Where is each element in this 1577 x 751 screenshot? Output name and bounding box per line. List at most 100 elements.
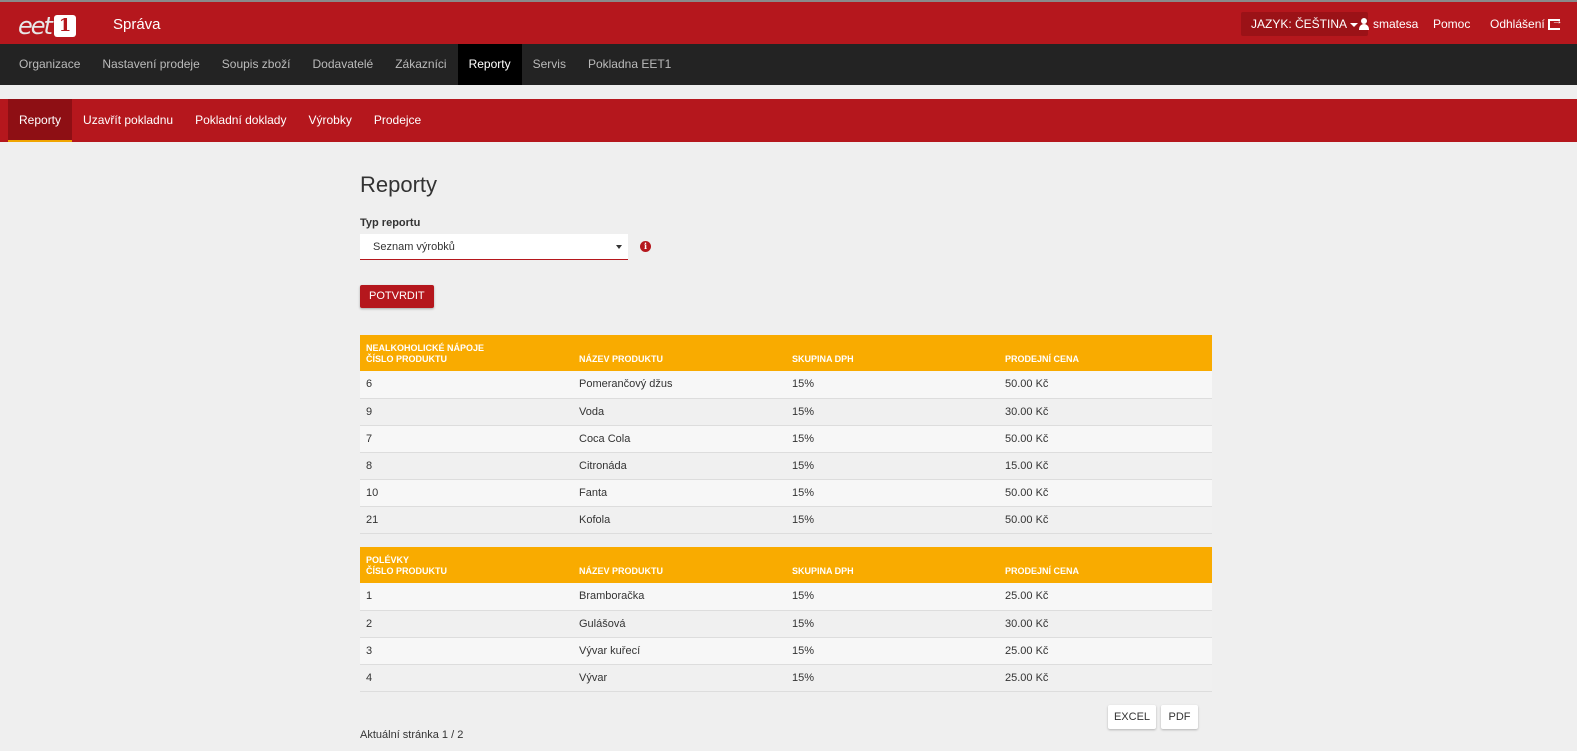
- column-header-product-name: NÁZEV PRODUKTU: [573, 547, 786, 583]
- logout-label: Odhlášení: [1490, 17, 1545, 31]
- logout-link[interactable]: Odhlášení: [1490, 15, 1563, 32]
- logo-text: eet: [18, 12, 53, 40]
- column-header-vat-group: SKUPINA DPH: [786, 547, 999, 583]
- cell-sale-price: 15.00 Kč: [999, 452, 1212, 480]
- cell-sale-price: 25.00 Kč: [999, 637, 1212, 665]
- report-table-drinks: NEALKOHOLICKÉ NÁPOJE ČÍSLO PRODUKTU NÁZEV…: [360, 335, 1212, 534]
- cell-product-number: 21: [360, 506, 573, 534]
- cell-vat-group: 15%: [786, 506, 999, 534]
- cell-product-name: Kofola: [573, 506, 786, 534]
- cell-product-name: Coca Cola: [573, 425, 786, 453]
- app-title: Správa: [113, 16, 161, 33]
- column-header-vat-group: SKUPINA DPH: [786, 335, 999, 371]
- report-type-select[interactable]: Seznam výrobků: [360, 234, 628, 260]
- cell-product-name: Voda: [573, 398, 786, 426]
- table-row: 6 Pomerančový džus 15% 50.00 Kč: [360, 371, 1212, 399]
- cell-sale-price: 50.00 Kč: [999, 506, 1212, 534]
- cell-product-number: 10: [360, 479, 573, 507]
- nav-item-nastaveni-prodeje[interactable]: Nastavení prodeje: [91, 44, 210, 85]
- cell-vat-group: 15%: [786, 664, 999, 692]
- logo-number: 1: [53, 15, 76, 37]
- cell-product-number: 6: [360, 371, 573, 399]
- main-nav: Organizace Nastavení prodeje Soupis zbož…: [0, 44, 1577, 85]
- nav-item-soupis-zbozi[interactable]: Soupis zboží: [211, 44, 302, 85]
- column-header-product-number: NEALKOHOLICKÉ NÁPOJE ČÍSLO PRODUKTU: [360, 335, 573, 371]
- cell-product-name: Vývar: [573, 664, 786, 692]
- table-header-row: NEALKOHOLICKÉ NÁPOJE ČÍSLO PRODUKTU NÁZEV…: [360, 335, 1212, 371]
- cell-product-name: Citronáda: [573, 452, 786, 480]
- cell-vat-group: 15%: [786, 479, 999, 507]
- page-title: Reporty: [360, 172, 438, 197]
- table-row: 3 Vývar kuřecí 15% 25.00 Kč: [360, 637, 1212, 665]
- eet1-logo[interactable]: eet 1: [18, 11, 76, 40]
- tab-vyrobky[interactable]: Výrobky: [297, 99, 362, 142]
- cell-sale-price: 50.00 Kč: [999, 371, 1212, 399]
- tab-uzavrit-pokladnu[interactable]: Uzavřít pokladnu: [72, 99, 184, 142]
- cell-product-name: Pomerančový džus: [573, 371, 786, 399]
- cell-sale-price: 50.00 Kč: [999, 425, 1212, 453]
- cell-product-number: 3: [360, 637, 573, 665]
- nav-item-servis[interactable]: Servis: [522, 44, 577, 85]
- cell-product-name: Bramboračka: [573, 583, 786, 611]
- table-row: 4 Vývar 15% 25.00 Kč: [360, 664, 1212, 692]
- nav-item-organizace[interactable]: Organizace: [8, 44, 91, 85]
- user-link[interactable]: smatesa: [1358, 17, 1418, 31]
- info-icon[interactable]: i: [640, 241, 651, 252]
- tab-pokladni-doklady[interactable]: Pokladní doklady: [184, 99, 297, 142]
- cell-sale-price: 25.00 Kč: [999, 664, 1212, 692]
- cell-vat-group: 15%: [786, 398, 999, 426]
- table-row: 7 Coca Cola 15% 50.00 Kč: [360, 425, 1212, 453]
- help-link[interactable]: Pomoc: [1433, 17, 1470, 31]
- cell-vat-group: 15%: [786, 371, 999, 399]
- cell-product-number: 4: [360, 664, 573, 692]
- language-dropdown[interactable]: JAZYK: ČEŠTINA: [1241, 12, 1369, 36]
- cell-product-name: Fanta: [573, 479, 786, 507]
- column-header-sale-price: PRODEJNÍ CENA: [999, 547, 1212, 583]
- nav-item-reporty[interactable]: Reporty: [457, 44, 522, 85]
- main-content: Reporty Typ reportu Seznam výrobků i POT…: [360, 172, 1212, 741]
- cell-vat-group: 15%: [786, 583, 999, 611]
- group-title: POLÉVKY: [366, 555, 410, 565]
- cell-sale-price: 30.00 Kč: [999, 610, 1212, 638]
- nav-item-pokladna-eet1[interactable]: Pokladna EET1: [577, 44, 682, 85]
- export-excel-button[interactable]: EXCEL: [1108, 705, 1156, 729]
- tab-prodejce[interactable]: Prodejce: [363, 99, 432, 142]
- tab-reporty[interactable]: Reporty: [8, 99, 73, 142]
- cell-vat-group: 15%: [786, 425, 999, 453]
- nav-item-dodavatele[interactable]: Dodavatelé: [302, 44, 385, 85]
- cell-vat-group: 15%: [786, 452, 999, 480]
- table-row: 10 Fanta 15% 50.00 Kč: [360, 479, 1212, 507]
- cell-product-name: Vývar kuřecí: [573, 637, 786, 665]
- top-bar: eet 1 Správa JAZYK: ČEŠTINA smatesa Pomoc…: [0, 0, 1577, 44]
- group-title: NEALKOHOLICKÉ NÁPOJE: [366, 343, 485, 353]
- cell-sale-price: 50.00 Kč: [999, 479, 1212, 507]
- user-icon: [1358, 18, 1370, 30]
- language-label: JAZYK: ČEŠTINA: [1251, 17, 1348, 31]
- cell-vat-group: 15%: [786, 610, 999, 638]
- cell-product-number: 8: [360, 452, 573, 480]
- caret-down-icon: [1350, 22, 1359, 27]
- table-header-row: POLÉVKY ČÍSLO PRODUKTU NÁZEV PRODUKTU SKU…: [360, 547, 1212, 583]
- cell-sale-price: 25.00 Kč: [999, 583, 1212, 611]
- confirm-button[interactable]: POTVRDIT: [360, 285, 434, 308]
- table-row: 8 Citronáda 15% 15.00 Kč: [360, 452, 1212, 480]
- nav-item-zakaznici[interactable]: Zákazníci: [384, 44, 457, 85]
- column-header-product-number: POLÉVKY ČÍSLO PRODUKTU: [360, 547, 573, 583]
- cell-product-number: 2: [360, 610, 573, 638]
- header-label: ČÍSLO PRODUKTU: [366, 566, 447, 576]
- table-row: 2 Gulášová 15% 30.00 Kč: [360, 610, 1212, 638]
- report-table-soups: POLÉVKY ČÍSLO PRODUKTU NÁZEV PRODUKTU SKU…: [360, 547, 1212, 692]
- logout-icon: [1547, 15, 1563, 30]
- cell-sale-price: 30.00 Kč: [999, 398, 1212, 426]
- table-row: 21 Kofola 15% 50.00 Kč: [360, 506, 1212, 534]
- table-row: 9 Voda 15% 30.00 Kč: [360, 398, 1212, 426]
- cell-product-number: 1: [360, 583, 573, 611]
- report-type-value: Seznam výrobků: [373, 241, 455, 253]
- header-label: ČÍSLO PRODUKTU: [366, 354, 447, 364]
- cell-vat-group: 15%: [786, 637, 999, 665]
- cell-product-name: Gulášová: [573, 610, 786, 638]
- export-pdf-button[interactable]: PDF: [1161, 705, 1198, 729]
- column-header-product-name: NÁZEV PRODUKTU: [573, 335, 786, 371]
- cell-product-number: 9: [360, 398, 573, 426]
- username: smatesa: [1373, 17, 1419, 31]
